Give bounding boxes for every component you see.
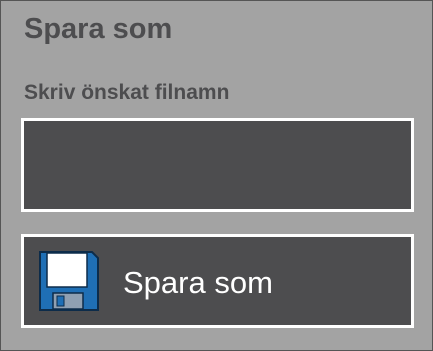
filename-label: Skriv önskat filnamn bbox=[24, 81, 230, 104]
save-as-dialog: Spara som Skriv önskat filnamn Spara som bbox=[0, 0, 433, 351]
save-as-button-label: Spara som bbox=[123, 265, 273, 300]
filename-input[interactable] bbox=[21, 118, 414, 212]
save-as-button[interactable]: Spara som bbox=[21, 234, 414, 328]
dialog-title: Spara som bbox=[24, 13, 173, 45]
floppy-disk-icon bbox=[39, 251, 99, 311]
